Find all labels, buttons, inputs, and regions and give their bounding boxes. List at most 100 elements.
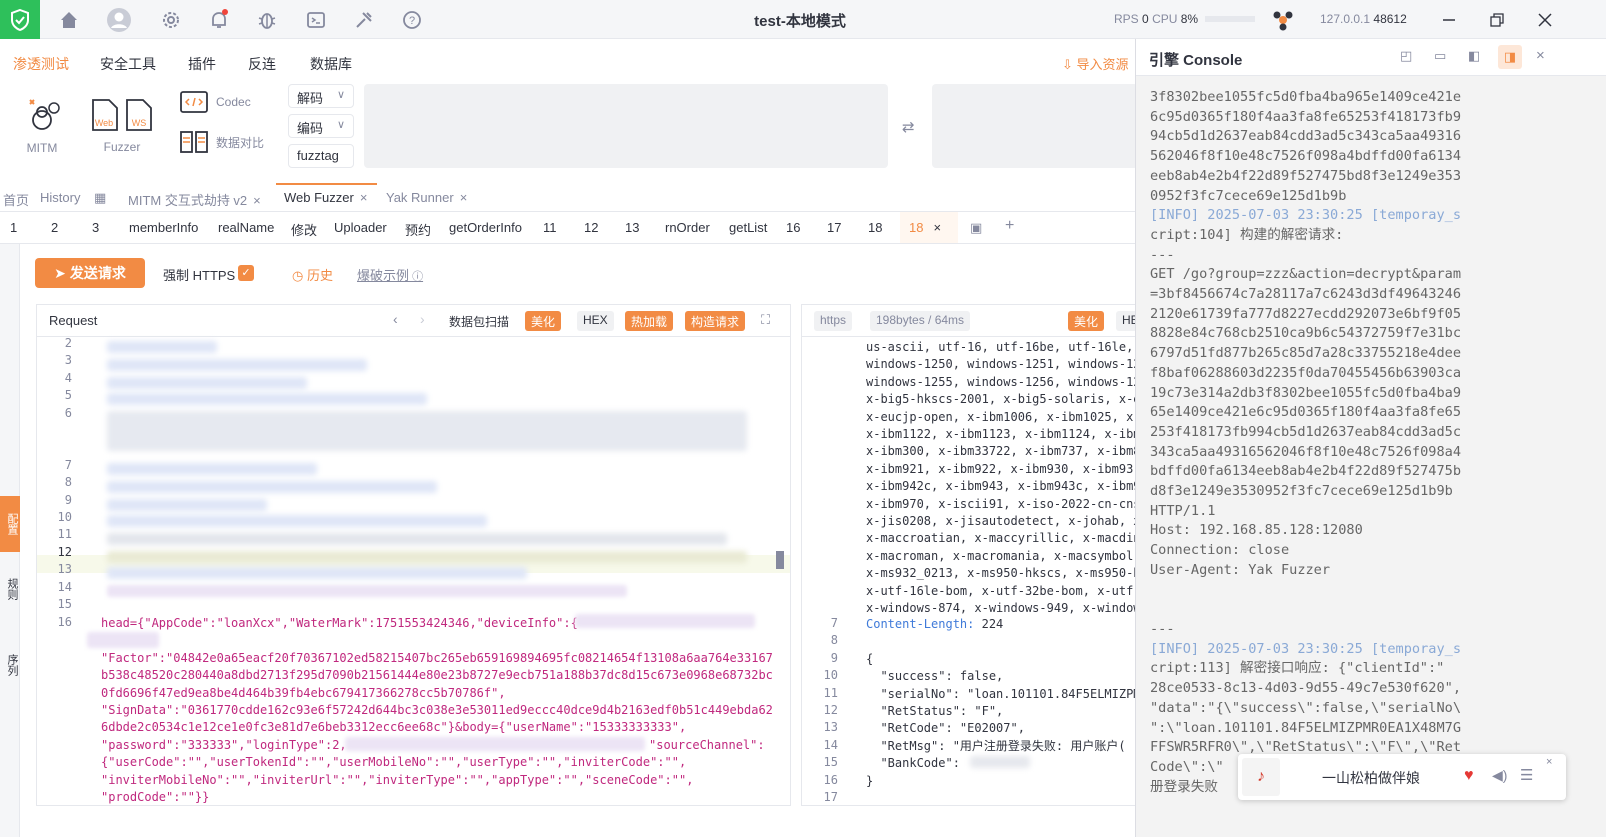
rps-label: RPS <box>1114 12 1139 26</box>
layout-left-icon[interactable]: ◧ <box>1468 48 1480 64</box>
fullscreen-icon[interactable]: ⛶ <box>761 312 770 328</box>
subtab-reserve[interactable]: 预约 <box>405 220 431 239</box>
tab-web-fuzzer[interactable]: Web Fuzzer × <box>284 190 367 205</box>
subtab-12[interactable]: 12 <box>584 220 598 235</box>
subtab-realname[interactable]: realName <box>218 220 274 235</box>
menu-plugins[interactable]: 插件 <box>188 54 216 74</box>
table-icon[interactable]: ▦ <box>94 190 106 206</box>
charset-line: x-jis0208, x-jisautodetect, x-johab, x <box>866 514 1141 528</box>
tools-icon[interactable] <box>351 7 377 33</box>
response-viewer[interactable]: https 198bytes / 64ms 美化 HE us-ascii, ut… <box>801 304 1141 806</box>
home-icon[interactable] <box>56 7 82 33</box>
menu-database[interactable]: 数据库 <box>310 54 352 74</box>
hex-button[interactable]: HEX <box>577 311 614 331</box>
save-icon[interactable]: ▣ <box>970 220 982 236</box>
layout-float-icon[interactable]: ◰ <box>1400 48 1412 64</box>
force-https-checkbox[interactable]: ✓ <box>238 265 254 281</box>
subtab-11[interactable]: 11 <box>543 220 557 235</box>
music-player-popup[interactable]: ♪ 一山松柏做伴娘 ♥ ◀) ☰ × <box>1238 754 1566 800</box>
subtab-memberinfo[interactable]: memberInfo <box>129 220 198 235</box>
close-icon[interactable]: × <box>253 193 261 208</box>
side-tab-rules[interactable]: 规则 <box>0 574 20 604</box>
codec-tool[interactable]: Codec <box>180 90 251 114</box>
import-resources-button[interactable]: ⇩ 导入资源 <box>1062 54 1129 73</box>
subtab-modify[interactable]: 修改 <box>291 220 317 239</box>
history-link[interactable]: ◷ 历史 <box>292 265 333 284</box>
chevron-left-icon[interactable]: ‹ <box>393 311 398 327</box>
fuzzer-tool[interactable]: Web WS Fuzzer <box>88 98 156 154</box>
system-stats: RPS 0 CPU 8% <box>1114 12 1261 26</box>
codec-input-area[interactable] <box>364 84 888 168</box>
layout-bottom-icon[interactable]: ▭ <box>1434 48 1446 64</box>
request-editor[interactable]: Request ‹ › 数据包扫描 美化 HEX 热加载 构造请求 ⛶ 2 3 … <box>36 304 791 806</box>
close-icon[interactable] <box>1532 7 1558 33</box>
scrollbar-thumb[interactable] <box>776 551 784 569</box>
fuzztag-button[interactable]: fuzztag <box>288 144 354 168</box>
subtab-17[interactable]: 17 <box>827 220 841 235</box>
chevron-right-icon[interactable]: › <box>420 311 425 327</box>
response-beautify-button[interactable]: 美化 <box>1068 311 1105 331</box>
close-icon[interactable]: × <box>460 190 468 205</box>
tab-mitm[interactable]: MITM 交互式劫持 v2 × <box>128 190 261 209</box>
close-icon[interactable]: × <box>933 220 941 235</box>
blast-example-link[interactable]: 爆破示例 ⓘ <box>357 265 423 284</box>
ws-fuzzer-icon: WS <box>126 99 152 131</box>
add-tab-icon[interactable]: + <box>1005 217 1014 235</box>
subtab-2[interactable]: 2 <box>51 220 58 235</box>
redacted-text <box>575 614 755 628</box>
heart-icon[interactable]: ♥ <box>1464 767 1474 785</box>
subtab-18[interactable]: 18 <box>868 220 882 235</box>
subtab-getlist[interactable]: getList <box>729 220 767 235</box>
engine-address: 127.0.0.1 48612 <box>1320 12 1407 26</box>
restore-icon[interactable] <box>1484 7 1510 33</box>
subtab-getorderinfo[interactable]: getOrderInfo <box>449 220 522 235</box>
engine-icon[interactable] <box>1270 7 1296 33</box>
close-icon[interactable]: × <box>360 190 368 205</box>
subtab-3[interactable]: 3 <box>92 220 99 235</box>
encode-dropdown[interactable]: 编码 ∨ <box>288 114 354 138</box>
packet-scan-button[interactable]: 数据包扫描 <box>443 311 516 331</box>
subtab-16[interactable]: 16 <box>786 220 800 235</box>
bug-icon[interactable] <box>254 7 280 33</box>
charset-line: x-ibm942c, x-ibm943, x-ibm943c, x-ibm9 <box>866 479 1141 494</box>
minimize-icon[interactable] <box>1436 7 1462 33</box>
beautify-button[interactable]: 美化 <box>525 311 562 331</box>
shield-icon[interactable] <box>0 0 40 39</box>
compare-tool[interactable]: 数据对比 <box>180 130 264 154</box>
layout-right-icon[interactable]: ◨ <box>1498 45 1522 69</box>
gear-icon[interactable] <box>158 7 184 33</box>
side-tab-config[interactable]: 配置 <box>0 496 20 552</box>
terminal-icon[interactable] <box>303 7 329 33</box>
subtab-18-active[interactable]: 18 × <box>909 220 941 235</box>
avatar-icon[interactable] <box>106 7 132 33</box>
decode-dropdown[interactable]: 解码 ∨ <box>288 84 354 108</box>
subtab-uploader[interactable]: Uploader <box>334 220 387 235</box>
bell-icon[interactable] <box>206 7 232 33</box>
volume-icon[interactable]: ◀) <box>1492 767 1507 784</box>
active-tab-indicator <box>276 183 377 185</box>
charset-line: x-maccroatian, x-maccyrillic, x-macdin <box>866 531 1141 546</box>
send-request-button[interactable]: ➤ 发送请求 <box>35 258 145 288</box>
hotload-button[interactable]: 热加载 <box>625 311 674 331</box>
tab-yak-runner[interactable]: Yak Runner × <box>386 190 467 205</box>
menu-pentest[interactable]: 渗透测试 <box>13 54 69 74</box>
console-close-icon[interactable]: × <box>1536 47 1545 64</box>
line-number: 9 <box>830 650 838 665</box>
codec-output-area[interactable] <box>932 84 1138 168</box>
mitm-tool[interactable]: MITM <box>18 96 66 155</box>
subtab-13[interactable]: 13 <box>625 220 639 235</box>
help-icon[interactable]: ? <box>399 7 425 33</box>
request-body-line: 0fd6696f47ed9ea8be4d464b39fb4ebc67941736… <box>101 686 506 700</box>
tab-history[interactable]: History <box>40 190 80 205</box>
subtab-1[interactable]: 1 <box>10 220 17 235</box>
swap-icon[interactable]: ⇄ <box>902 118 915 136</box>
playlist-icon[interactable]: ☰ <box>1520 766 1533 784</box>
close-icon[interactable]: × <box>1546 756 1552 768</box>
request-body-line: "SignData":"0361770cdde162c93e6f57242d64… <box>101 703 773 717</box>
subtab-rnorder[interactable]: rnOrder <box>665 220 710 235</box>
side-tab-sequence[interactable]: 序列 <box>0 650 20 680</box>
tab-home[interactable]: 首页 <box>3 190 29 209</box>
construct-request-button[interactable]: 构造请求 <box>685 311 746 331</box>
menu-security-tools[interactable]: 安全工具 <box>100 54 156 74</box>
menu-reverse[interactable]: 反连 <box>248 54 276 74</box>
